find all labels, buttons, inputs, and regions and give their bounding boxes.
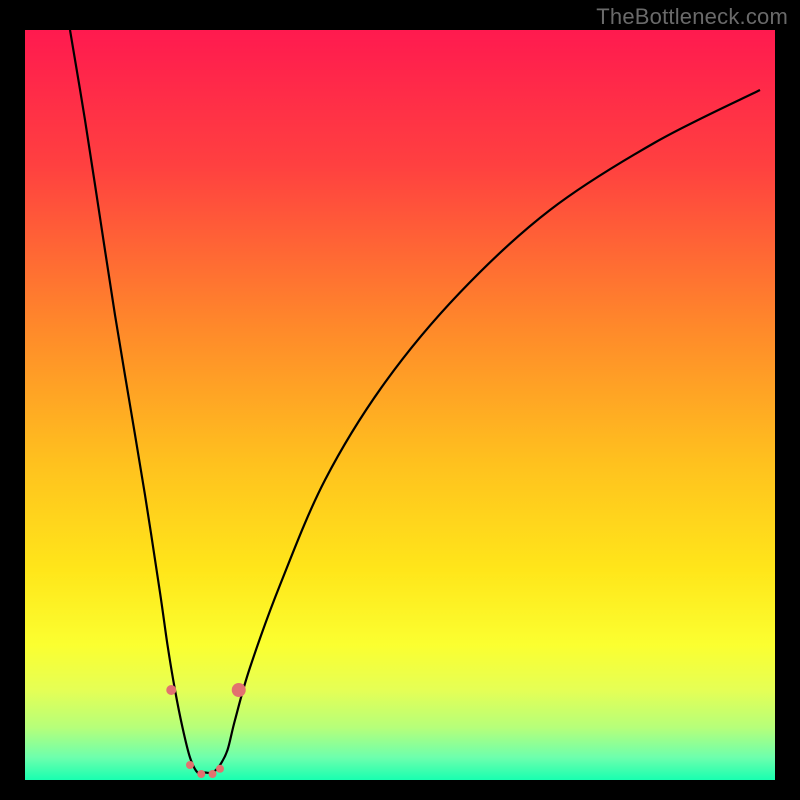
bottleneck-chart <box>25 30 775 780</box>
chart-frame <box>25 30 775 780</box>
highlight-marker <box>197 770 205 778</box>
watermark-text: TheBottleneck.com <box>596 4 788 30</box>
highlight-marker <box>232 683 246 697</box>
chart-background <box>25 30 775 780</box>
highlight-marker <box>166 685 176 695</box>
highlight-marker <box>186 761 194 769</box>
highlight-marker <box>209 770 217 778</box>
highlight-marker <box>216 765 224 773</box>
